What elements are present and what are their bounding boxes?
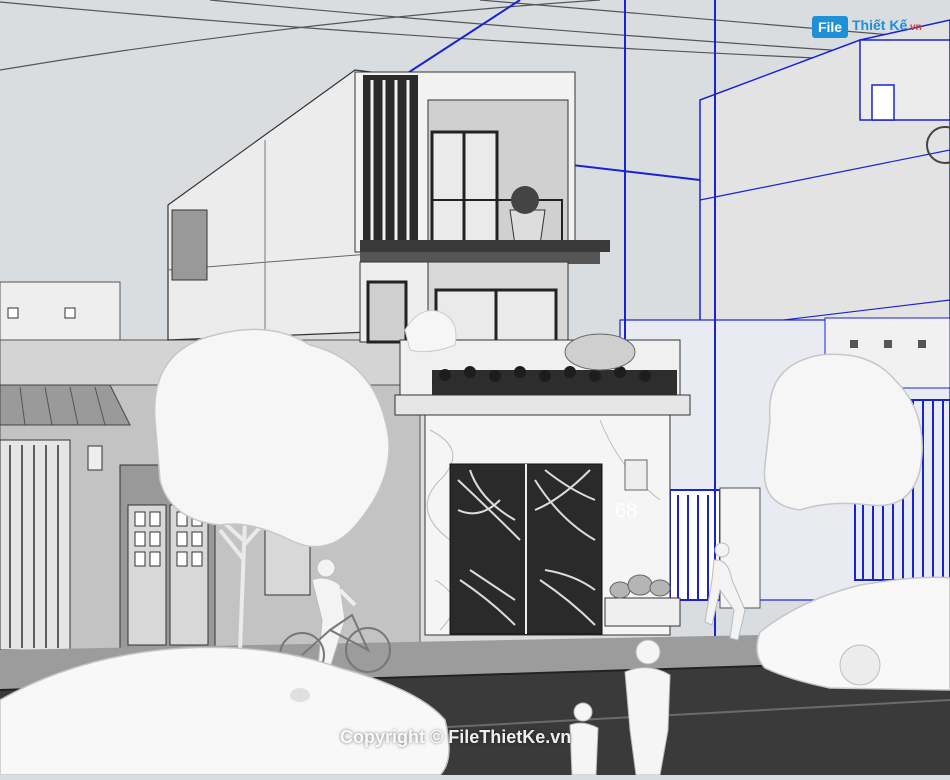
copyright-watermark: Copyright © FileThietKe.vn xyxy=(340,727,572,747)
logo-tld: .vn xyxy=(907,22,922,33)
house-number: 68 xyxy=(615,500,638,522)
filethietke-logo: File Thiết Kế.vn xyxy=(812,14,924,40)
sketchup-street-scene: 68 File Thiết Kế.vn Copyright © FileThie… xyxy=(0,0,950,776)
logo-file-badge: File xyxy=(812,16,848,38)
scene-illustration xyxy=(0,0,950,776)
logo-wordmark: Thiết Kế.vn xyxy=(852,17,922,33)
logo-name: Thiết Kế xyxy=(852,17,908,33)
